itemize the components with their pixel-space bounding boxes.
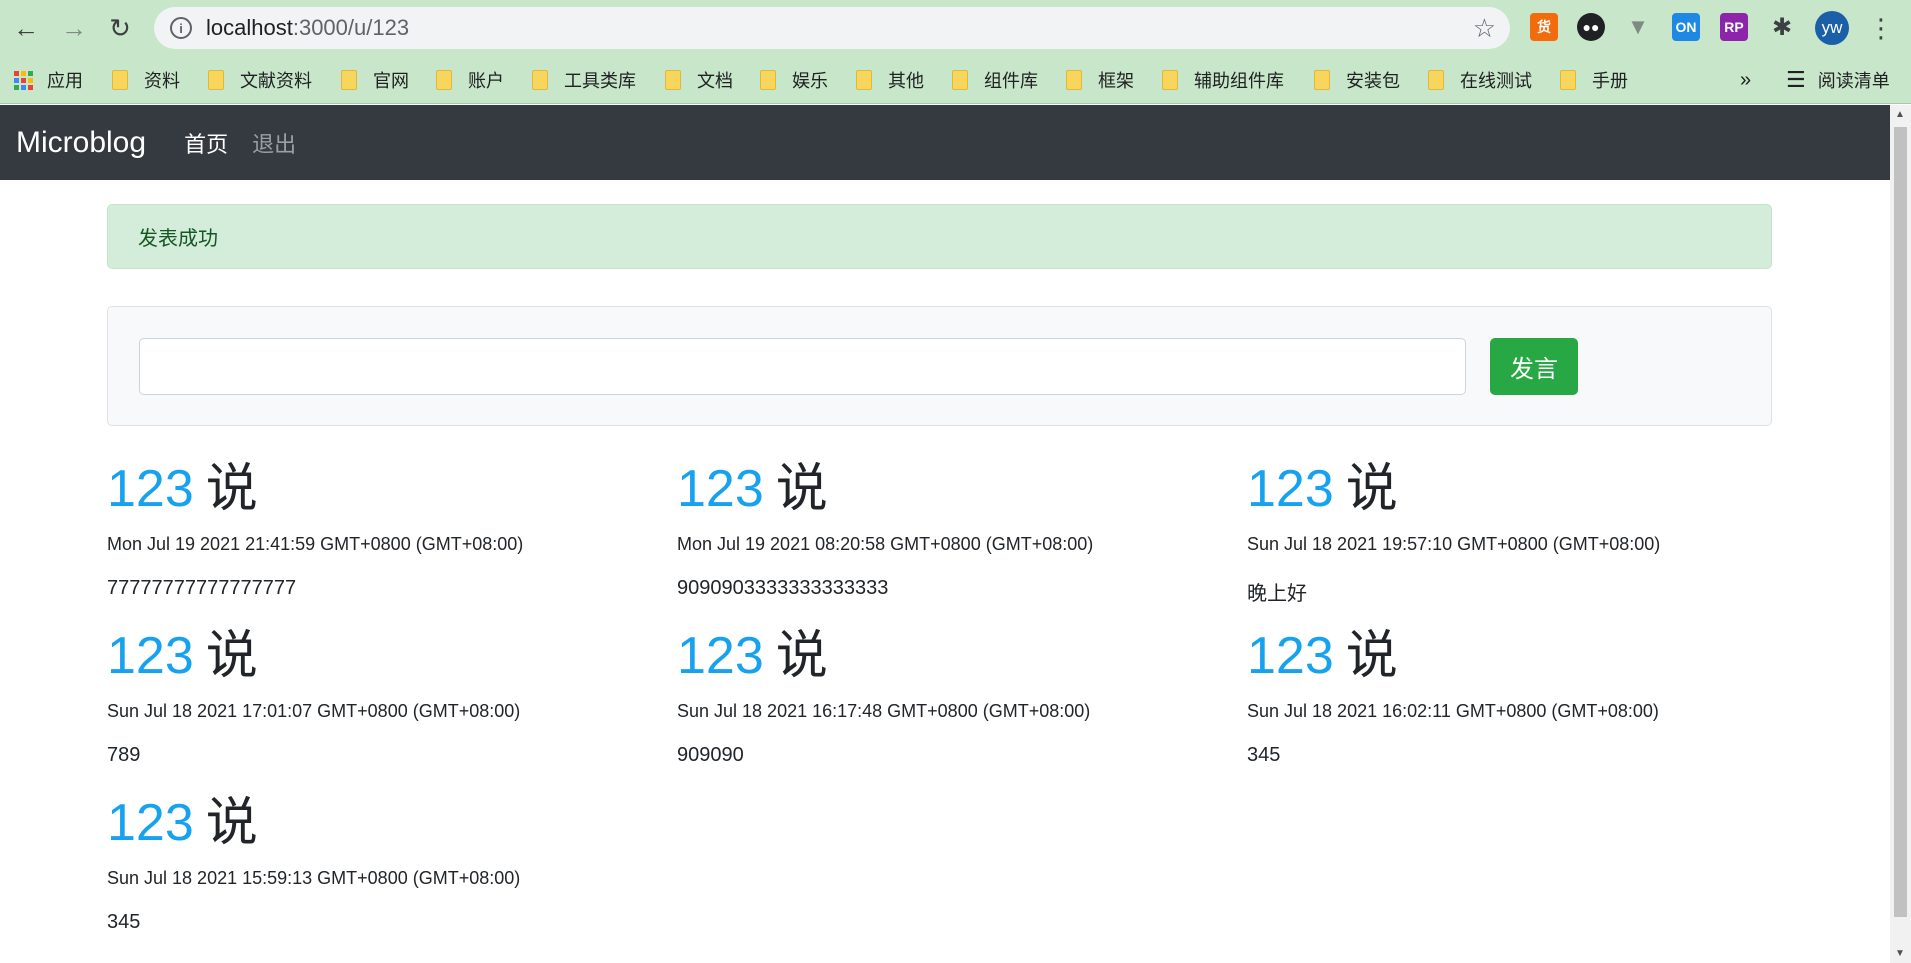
post-timestamp: Sun Jul 18 2021 16:02:11 GMT+0800 (GMT+0…: [1247, 701, 1659, 721]
bookmark-folder[interactable]: 文献资料: [208, 66, 312, 94]
apps-grid-icon: [14, 70, 33, 90]
folder-icon: [341, 70, 357, 90]
post-content: 77777777777777777: [107, 577, 297, 599]
bookmark-folder[interactable]: 工具类库: [532, 66, 636, 94]
url-text[interactable]: localhost:3000/u/123: [206, 15, 409, 41]
folder-icon: [112, 70, 128, 90]
post-card: 123 说 Mon Jul 19 2021 08:20:58 GMT+0800 (…: [677, 458, 1247, 625]
reading-list-button[interactable]: ☰ 阅读清单: [1786, 66, 1890, 94]
post-content-input[interactable]: [139, 338, 1466, 395]
post-card: 123 说 Sun Jul 18 2021 19:57:10 GMT+0800 (…: [1247, 458, 1817, 625]
app-navbar: Microblog 首页 退出: [0, 105, 1890, 180]
bookmark-star-icon[interactable]: ☆: [1473, 13, 1496, 44]
bookmark-folder[interactable]: 官网: [341, 66, 409, 94]
brand-link[interactable]: Microblog: [16, 126, 146, 160]
folder-icon: [436, 70, 452, 90]
post-timestamp: Sun Jul 18 2021 17:01:07 GMT+0800 (GMT+0…: [107, 701, 521, 721]
nav-logout-link[interactable]: 退出: [252, 127, 296, 159]
browser-menu-icon[interactable]: ⋮: [1868, 10, 1894, 46]
post-card: 123 说 Sun Jul 18 2021 16:02:11 GMT+0800 (…: [1247, 625, 1817, 792]
post-content: 789: [107, 744, 141, 766]
back-arrow-icon[interactable]: ←: [8, 10, 44, 46]
post-username-link[interactable]: 123: [677, 460, 764, 518]
bookmarks-bar: 应用 资料 文献资料 官网 账户 工具类库 文档 娱乐 其他 组件库 框架 辅助…: [0, 56, 1911, 104]
folder-icon: [856, 70, 872, 90]
bookmark-folder[interactable]: 账户: [436, 66, 504, 94]
post-submit-button[interactable]: 发言: [1490, 338, 1578, 395]
folder-icon: [208, 70, 224, 90]
reading-list-icon: ☰: [1786, 67, 1806, 92]
post-username-link[interactable]: 123: [677, 627, 764, 685]
extension-icon-1[interactable]: 货: [1530, 13, 1558, 41]
extension-icon-5[interactable]: RP: [1720, 13, 1748, 41]
post-content: 909090: [677, 744, 744, 766]
bookmark-folder[interactable]: 文档: [665, 66, 733, 94]
folder-icon: [1162, 70, 1178, 90]
folder-icon: [760, 70, 776, 90]
bookmark-folder[interactable]: 辅助组件库: [1162, 66, 1284, 94]
post-username-link[interactable]: 123: [1247, 460, 1334, 518]
profile-avatar[interactable]: yw: [1815, 11, 1849, 45]
bookmark-folder[interactable]: 框架: [1066, 66, 1134, 94]
extension-icon-3[interactable]: ▼: [1624, 13, 1652, 41]
scroll-down-arrow-icon[interactable]: ▼: [1895, 948, 1905, 959]
extension-icon-4[interactable]: ON: [1672, 13, 1700, 41]
post-content: 晚上好: [1247, 583, 1307, 605]
forward-arrow-icon[interactable]: →: [56, 10, 92, 46]
folder-icon: [665, 70, 681, 90]
site-info-icon[interactable]: i: [170, 17, 192, 39]
folder-icon: [1066, 70, 1082, 90]
folder-icon: [532, 70, 548, 90]
reload-icon[interactable]: ↻: [102, 10, 138, 46]
post-feed: 123 说 Mon Jul 19 2021 21:41:59 GMT+0800 (…: [107, 458, 1817, 959]
extensions-puzzle-icon[interactable]: ✱: [1768, 13, 1796, 41]
post-form: 发言: [107, 306, 1772, 426]
post-timestamp: Sun Jul 18 2021 15:59:13 GMT+0800 (GMT+0…: [107, 868, 521, 888]
post-username-link[interactable]: 123: [1247, 627, 1334, 685]
post-content: 345: [1247, 744, 1281, 766]
bookmarks-overflow-button[interactable]: »: [1740, 66, 1751, 94]
scroll-up-arrow-icon[interactable]: ▲: [1895, 109, 1905, 120]
post-heading: 123 说: [107, 627, 258, 685]
success-alert: 发表成功: [107, 204, 1772, 269]
post-heading: 123 说: [107, 794, 258, 852]
folder-icon: [1428, 70, 1444, 90]
page-scrollbar[interactable]: ▲ ▼: [1890, 105, 1911, 963]
post-timestamp: Mon Jul 19 2021 21:41:59 GMT+0800 (GMT+0…: [107, 534, 524, 554]
bookmark-folder[interactable]: 组件库: [952, 66, 1038, 94]
folder-icon: [1560, 70, 1576, 90]
nav-home-link[interactable]: 首页: [184, 127, 228, 159]
folder-icon: [952, 70, 968, 90]
post-card: 123 说 Sun Jul 18 2021 17:01:07 GMT+0800 (…: [107, 625, 677, 792]
folder-icon: [1314, 70, 1330, 90]
post-heading: 123 说: [677, 627, 828, 685]
address-bar[interactable]: i localhost:3000/u/123 ☆: [154, 7, 1510, 49]
bookmark-apps[interactable]: 应用: [14, 66, 83, 94]
post-card: 123 说 Sun Jul 18 2021 16:17:48 GMT+0800 (…: [677, 625, 1247, 792]
post-timestamp: Sun Jul 18 2021 16:17:48 GMT+0800 (GMT+0…: [677, 701, 1091, 721]
bookmark-folder[interactable]: 在线测试: [1428, 66, 1532, 94]
bookmark-folder[interactable]: 其他: [856, 66, 924, 94]
post-heading: 123 说: [677, 460, 828, 518]
post-content: 345: [107, 911, 141, 933]
post-timestamp: Mon Jul 19 2021 08:20:58 GMT+0800 (GMT+0…: [677, 534, 1094, 554]
post-content: 9090903333333333333: [677, 577, 889, 599]
bookmark-folder[interactable]: 娱乐: [760, 66, 828, 94]
alert-message: 发表成功: [138, 228, 218, 250]
post-username-link[interactable]: 123: [107, 794, 194, 852]
browser-toolbar: ← → ↻ i localhost:3000/u/123 ☆ 货 ●● ▼ ON…: [0, 0, 1911, 56]
post-username-link[interactable]: 123: [107, 627, 194, 685]
post-username-link[interactable]: 123: [107, 460, 194, 518]
bookmark-folder[interactable]: 资料: [112, 66, 180, 94]
bookmark-folder[interactable]: 安装包: [1314, 66, 1400, 94]
scrollbar-thumb[interactable]: [1894, 127, 1907, 917]
post-heading: 123 说: [1247, 627, 1398, 685]
extension-icon-2[interactable]: ●●: [1577, 13, 1605, 41]
post-card: 123 说 Sun Jul 18 2021 15:59:13 GMT+0800 (…: [107, 792, 677, 959]
post-card: 123 说 Mon Jul 19 2021 21:41:59 GMT+0800 (…: [107, 458, 677, 625]
post-heading: 123 说: [107, 460, 258, 518]
post-heading: 123 说: [1247, 460, 1398, 518]
bookmark-folder[interactable]: 手册: [1560, 66, 1628, 94]
post-timestamp: Sun Jul 18 2021 19:57:10 GMT+0800 (GMT+0…: [1247, 534, 1661, 554]
